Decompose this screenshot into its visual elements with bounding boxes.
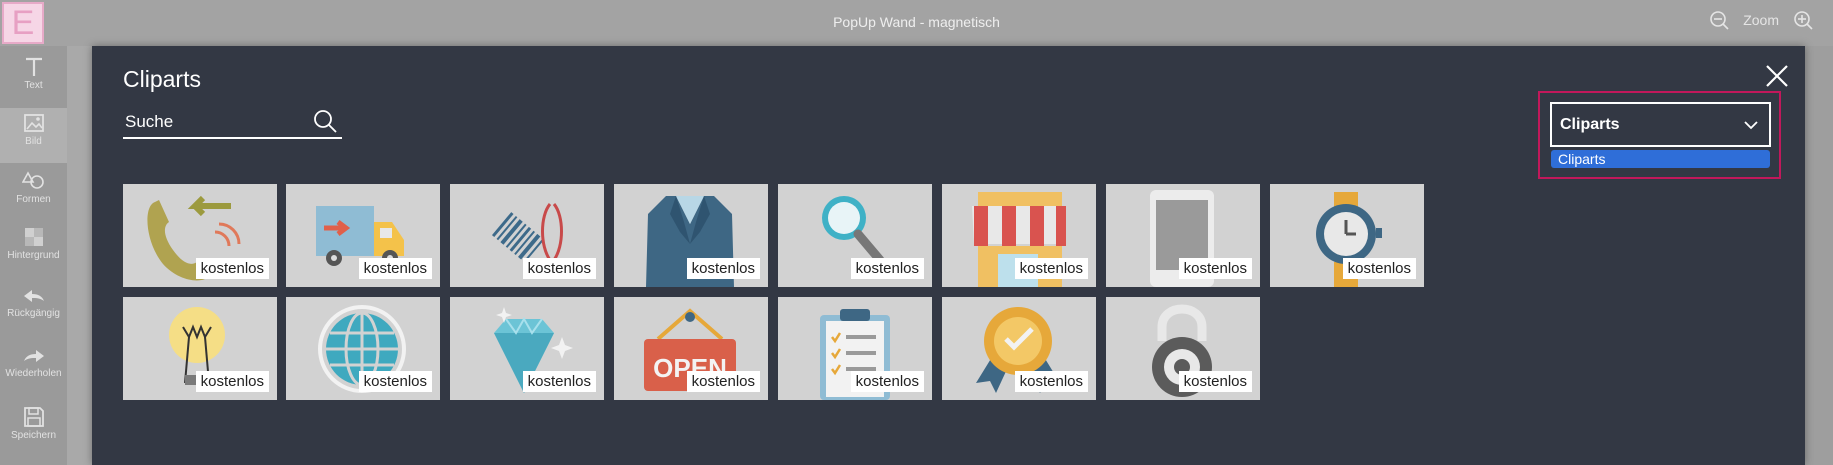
tile-label: kostenlos [1178, 371, 1252, 392]
tile-label: kostenlos [522, 371, 596, 392]
sidebar-item-text[interactable]: Text [0, 56, 67, 91]
clipart-tile[interactable]: kostenlos [123, 297, 277, 400]
sidebar-item-shapes[interactable]: Formen [0, 170, 67, 205]
clipart-tile[interactable]: kostenlos [286, 297, 440, 400]
modal-title: Cliparts [123, 66, 201, 92]
cliparts-modal: Cliparts Cliparts Cliparts kostenlos [92, 46, 1805, 465]
close-button[interactable] [1763, 62, 1791, 90]
save-icon [0, 406, 67, 428]
search-box [123, 108, 342, 139]
tool-sidebar: Text Bild Formen Hintergrund Rückgängig … [0, 46, 67, 465]
search-icon[interactable] [312, 108, 338, 139]
sidebar-item-label: Rückgängig [7, 308, 60, 319]
chevron-down-icon [1743, 118, 1759, 136]
clipart-tile[interactable]: kostenlos [1270, 184, 1424, 287]
tile-label: kostenlos [1342, 258, 1416, 279]
sidebar-item-image[interactable]: Bild [0, 108, 67, 163]
sidebar-item-label: Formen [16, 194, 51, 205]
tile-label: kostenlos [850, 371, 924, 392]
tile-label: kostenlos [1014, 258, 1088, 279]
clipart-tile[interactable]: kostenlos [614, 184, 768, 287]
app-title: PopUp Wand - magnetisch [833, 14, 1000, 30]
clipart-tile[interactable]: OPEN kostenlos [614, 297, 768, 400]
clipart-tile[interactable]: kostenlos [1106, 297, 1260, 400]
tile-label: kostenlos [850, 258, 924, 279]
tile-label: kostenlos [358, 371, 432, 392]
clipart-tile[interactable]: kostenlos [778, 297, 932, 400]
clipart-tile[interactable]: kostenlos [778, 184, 932, 287]
tile-label: kostenlos [522, 258, 596, 279]
dropdown-option-cliparts[interactable]: Cliparts [1551, 150, 1770, 168]
zoom-controls: Zoom [1709, 10, 1813, 30]
clipart-tile[interactable]: kostenlos [1106, 184, 1260, 287]
sidebar-item-label: Bild [25, 136, 42, 147]
zoom-in-icon[interactable] [1793, 10, 1813, 30]
tile-label: kostenlos [1178, 258, 1252, 279]
background-icon [0, 226, 67, 248]
tile-label: kostenlos [686, 258, 760, 279]
clipart-tile[interactable]: kostenlos [286, 184, 440, 287]
tile-label: kostenlos [686, 371, 760, 392]
undo-icon [0, 286, 67, 306]
search-input[interactable] [123, 108, 303, 136]
clipart-tile[interactable]: kostenlos [942, 297, 1096, 400]
clipart-tile[interactable]: kostenlos [450, 184, 604, 287]
tile-label: kostenlos [195, 258, 269, 279]
sidebar-item-label: Wiederholen [5, 368, 62, 379]
redo-icon [0, 346, 67, 366]
sidebar-item-undo[interactable]: Rückgängig [0, 286, 67, 319]
clipart-tile[interactable]: kostenlos [123, 184, 277, 287]
category-select-value: Cliparts [1560, 116, 1620, 133]
clipart-tile[interactable]: kostenlos [450, 297, 604, 400]
category-select[interactable]: Cliparts [1550, 102, 1771, 147]
top-bar: E PopUp Wand - magnetisch Zoom [0, 0, 1833, 46]
sidebar-item-label: Hintergrund [7, 250, 60, 261]
sidebar-item-redo[interactable]: Wiederholen [0, 346, 67, 379]
image-icon [0, 112, 67, 134]
tile-label: kostenlos [1014, 371, 1088, 392]
clipart-tile[interactable]: kostenlos [942, 184, 1096, 287]
zoom-label: Zoom [1743, 12, 1779, 28]
sidebar-item-label: Text [24, 80, 43, 91]
sidebar-item-save[interactable]: Speichern [0, 406, 67, 441]
zoom-out-icon[interactable] [1709, 10, 1729, 30]
tile-label: kostenlos [358, 258, 432, 279]
shapes-icon [0, 170, 67, 192]
sidebar-item-label: Speichern [10, 430, 57, 441]
text-icon [0, 56, 67, 78]
sidebar-item-background[interactable]: Hintergrund [0, 226, 67, 261]
tile-label: kostenlos [195, 371, 269, 392]
